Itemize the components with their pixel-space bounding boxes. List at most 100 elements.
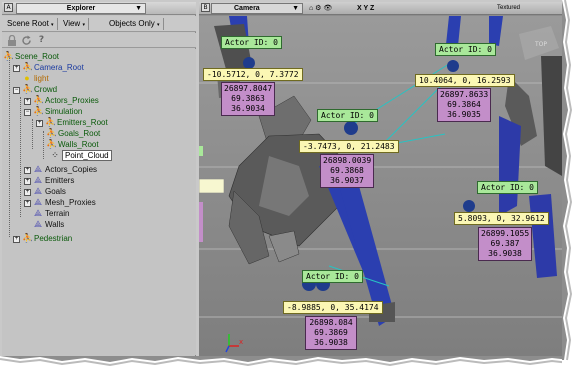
scene-root-menu[interactable]: Scene Root ▾ (4, 18, 58, 30)
camera-selector[interactable]: Camera ▼ (211, 3, 303, 14)
tree-item-label: light (34, 74, 49, 83)
tree-item-actors-copies[interactable]: + ⟁ Actors_Copies (24, 164, 97, 175)
tree-item-walls-root[interactable]: ⛹Walls_Root (46, 139, 99, 150)
tree-item-goals-root[interactable]: ⛹Goals_Root (46, 128, 100, 139)
tree-item-scene-root[interactable]: ⛹Scene_Root (3, 51, 59, 62)
tree-item-walls[interactable]: ⟁ Walls (33, 219, 64, 230)
scene-tree: ⛹Scene_Root + ⛹Camera_Root ● light − ⛹Crowd… (2, 49, 196, 355)
scene-canvas[interactable]: TOP x Actor ID: 0 -10.5712, 0, 7.3772 26… (199, 16, 562, 356)
model-icon: ⟁ (33, 219, 43, 229)
figure-icon: ⛹ (22, 233, 34, 243)
actor-stats-box[interactable]: 26897.8047 69.3863 36.9034 (221, 82, 275, 116)
dropdown-arrow-icon: ▾ (157, 22, 160, 28)
actor-position-label[interactable]: 5.8093, 0, 32.9612 (454, 212, 549, 225)
figure-icon: ⛹ (33, 106, 45, 116)
torn-edge-right (562, 0, 584, 377)
tree-item-emitters-root[interactable]: + ⛹Emitters_Root (36, 117, 108, 128)
expand-icon[interactable]: + (13, 65, 20, 72)
camera-label: Camera (234, 5, 260, 12)
tree-item-label: Crowd (34, 85, 58, 94)
tree-item-actors-proxies[interactable]: + ⛹Actors_Proxies (24, 95, 99, 106)
svg-text:x: x (239, 338, 243, 346)
figure-icon: ⛹ (46, 139, 58, 149)
tree-item-camera-root[interactable]: + ⛹Camera_Root (13, 62, 84, 73)
tree-item-label: Walls_Root (58, 140, 99, 149)
tree-item-terrain[interactable]: ⟁ Terrain (33, 208, 69, 219)
actor-position-label[interactable]: -8.9885, 0, 35.4174 (283, 301, 383, 314)
expand-icon[interactable]: + (13, 236, 20, 243)
expand-icon[interactable]: + (24, 98, 31, 105)
tree-item-mesh-proxies[interactable]: + ⟁ Mesh_Proxies (24, 197, 96, 208)
actor-stats-box[interactable]: 26898.084 69.3869 36.9038 (305, 316, 357, 350)
explorer-menu-icon[interactable]: A (4, 3, 13, 12)
tree-item-label: Actors_Proxies (45, 96, 99, 105)
actor-stats-box[interactable]: 26899.1055 69.387 36.9038 (478, 227, 532, 261)
explorer-title[interactable]: Explorer ▼ (16, 3, 146, 14)
actor-position-label[interactable]: -10.5712, 0, 7.3772 (203, 68, 303, 81)
dropdown-arrow-icon: ▼ (135, 5, 142, 12)
viewport-menu-icon[interactable]: B (201, 3, 210, 12)
expand-icon[interactable]: + (24, 167, 31, 174)
model-icon: ⟁ (33, 164, 43, 174)
figure-icon: ⛹ (45, 117, 57, 127)
point-cloud-icon: ⁘ (51, 150, 59, 160)
lock-icon[interactable] (6, 34, 17, 46)
expand-icon[interactable]: + (36, 120, 43, 127)
tree-item-label: Terrain (45, 209, 70, 218)
model-icon: ⟁ (33, 197, 43, 207)
tree-item-light[interactable]: ● light (13, 73, 49, 84)
collapse-icon[interactable]: − (24, 109, 31, 116)
expand-icon[interactable]: + (24, 200, 31, 207)
actor-id-label[interactable]: Actor ID: 0 (477, 181, 538, 194)
scene-root-menu-label: Scene Root (7, 19, 49, 28)
tree-item-simulation[interactable]: − ⛹Simulation (24, 106, 82, 117)
tree-item-point-cloud[interactable]: ⁘ Point_Cloud (50, 150, 112, 161)
figure-icon: ⛹ (22, 84, 34, 94)
collapse-icon[interactable]: − (13, 87, 20, 94)
camera-icons[interactable]: ⌂ ⚙ 👁 (309, 3, 332, 14)
view-menu[interactable]: View ▾ (60, 18, 89, 30)
tree-item-label: Camera_Root (34, 63, 84, 72)
objects-only-menu-label: Objects Only (109, 19, 155, 28)
expand-icon[interactable]: + (24, 178, 31, 185)
tree-connector (43, 131, 44, 159)
axes-toggle[interactable]: X Y Z (357, 3, 374, 14)
tree-item-label: Walls (45, 220, 65, 229)
application-frame: A Explorer ▼ Scene Root ▾ View ▾ Objects… (0, 0, 570, 364)
actor-id-label[interactable]: Actor ID: 0 (435, 43, 496, 56)
actor-stat-value: 26897.8047 (224, 84, 273, 93)
explorer-titlebar: A Explorer ▼ (2, 2, 196, 15)
figure-icon: ⛹ (22, 62, 34, 72)
actor-position-label[interactable]: -3.7473, 0, 21.2483 (299, 140, 399, 153)
actor-id-label[interactable]: Actor ID: 0 (221, 36, 282, 49)
tree-item-label: Emitters_Root (57, 118, 108, 127)
viewport-toolbar: B Camera ▼ ⌂ ⚙ 👁 X Y Z Textured (199, 2, 562, 15)
tree-item-goals[interactable]: + ⟁ Goals (24, 186, 66, 197)
actor-position-label[interactable]: 10.4064, 0, 16.2593 (415, 74, 515, 87)
actor-stat-value: 26897.8633 (440, 90, 489, 99)
objects-only-menu[interactable]: Objects Only ▾ (106, 18, 164, 30)
expand-icon[interactable]: + (24, 189, 31, 196)
tree-item-label: Pedestrian (34, 234, 73, 243)
tree-item-pedestrian[interactable]: + ⛹Pedestrian (13, 233, 72, 244)
actor-stats-box[interactable]: 26898.0039 69.3868 36.9037 (320, 154, 374, 188)
tree-connector (9, 57, 10, 237)
actor-id-label[interactable]: Actor ID: 0 (317, 109, 378, 122)
actor-id-label[interactable]: Actor ID: 0 (302, 270, 363, 283)
refresh-icon[interactable] (21, 35, 32, 46)
tree-item-crowd[interactable]: − ⛹Crowd (13, 84, 57, 95)
figure-icon: ⛹ (46, 128, 58, 138)
explorer-menubar: Scene Root ▾ View ▾ Objects Only ▾ (2, 16, 196, 32)
tree-item-label: Goals (45, 187, 66, 196)
actor-stats-box[interactable]: 26897.8633 69.3864 36.9035 (437, 88, 491, 122)
3d-viewport[interactable]: B Camera ▼ ⌂ ⚙ 👁 X Y Z Textured TOP x Ac… (199, 2, 562, 356)
shading-mode[interactable]: Textured (497, 3, 520, 14)
tree-item-label: Emitters (45, 176, 75, 185)
model-icon: ⟁ (33, 208, 43, 218)
actor-stat-value: 36.9035 (447, 110, 481, 119)
help-icon[interactable]: ? (36, 35, 47, 46)
tree-connector (20, 97, 21, 217)
tree-item-emitters[interactable]: + ⟁ Emitters (24, 175, 74, 186)
torn-edge-bottom (0, 356, 584, 377)
actor-stat-value: 69.387 (490, 239, 520, 248)
